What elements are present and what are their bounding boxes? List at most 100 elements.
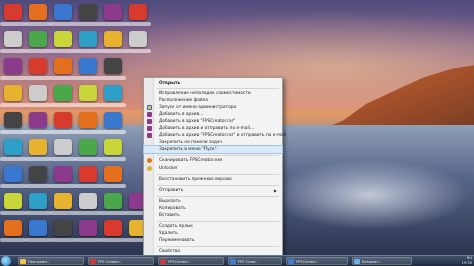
desktop-shortcut-icon[interactable] — [104, 193, 122, 209]
taskbar-button[interactable]: FPSCreator... — [158, 257, 224, 265]
menu-item-rename[interactable]: Переименовать — [144, 237, 282, 244]
menu-item-copy[interactable]: Копировать — [144, 205, 282, 212]
desktop-shortcut-icon[interactable] — [104, 85, 122, 101]
desktop-shortcut-label — [100, 130, 126, 134]
desktop-shortcut-icon[interactable] — [29, 31, 47, 47]
menu-item-create-shortcut[interactable]: Создать ярлык — [144, 223, 282, 230]
wallpaper-foam — [270, 160, 470, 230]
desktop-shortcut-label — [75, 22, 101, 26]
desktop-shortcut-icon[interactable] — [29, 220, 47, 236]
menu-item-paste[interactable]: Вставить — [144, 212, 282, 219]
desktop-shortcut-icon[interactable] — [104, 31, 122, 47]
desktop-shortcut-icon[interactable] — [4, 112, 22, 128]
taskbar-button[interactable]: Программ... — [18, 257, 84, 265]
desktop-shortcut-icon[interactable] — [54, 85, 72, 101]
menu-item-unlocker[interactable]: Unlocker — [144, 165, 282, 172]
menu-item-label: Добавить в архив "FPSCreator.rar" — [159, 119, 236, 124]
menu-item-label: Добавить в архив... — [159, 112, 204, 117]
menu-item-label: Восстановить прежнюю версию — [159, 177, 232, 182]
desktop-shortcut-icon[interactable] — [29, 58, 47, 74]
taskbar-button[interactable]: FPS Creator... — [88, 257, 154, 265]
menu-item-add-to-archive[interactable]: Добавить в архив... — [144, 111, 282, 118]
desktop-shortcut-icon[interactable] — [29, 166, 47, 182]
clock[interactable]: 19:35 — [462, 261, 472, 266]
shield-icon — [147, 105, 152, 110]
desktop-shortcut-label — [125, 22, 151, 26]
desktop-shortcut-icon[interactable] — [29, 139, 47, 155]
desktop-shortcut-icon[interactable] — [4, 85, 22, 101]
desktop-shortcut-icon[interactable] — [4, 193, 22, 209]
desktop-shortcut-icon[interactable] — [54, 112, 72, 128]
desktop-shortcut-icon[interactable] — [54, 31, 72, 47]
menu-item-scan[interactable]: Сканировать FPSCreator.exe — [144, 157, 282, 164]
desktop-shortcut-icon[interactable] — [79, 112, 97, 128]
desktop-shortcut-icon[interactable] — [79, 4, 97, 20]
desktop-shortcut-icon[interactable] — [79, 139, 97, 155]
desktop-shortcut-icon[interactable] — [29, 193, 47, 209]
desktop-shortcut-icon[interactable] — [79, 31, 97, 47]
desktop-shortcut-icon[interactable] — [79, 193, 97, 209]
menu-item-pin-start[interactable]: Закрепить в меню "Пуск" — [143, 145, 283, 154]
taskbar-button[interactable]: FPSCreator... — [286, 257, 348, 265]
start-button[interactable] — [1, 256, 11, 266]
menu-item-open[interactable]: Открыть — [144, 80, 282, 87]
menu-item-label: Переименовать — [159, 238, 195, 243]
desktop-shortcut-icon[interactable] — [29, 4, 47, 20]
desktop-shortcut-icon[interactable] — [4, 58, 22, 74]
desktop-shortcut-icon[interactable] — [104, 166, 122, 182]
desktop-shortcut-icon[interactable] — [79, 166, 97, 182]
desktop-shortcut-icon[interactable] — [54, 166, 72, 182]
desktop-shortcut-label — [0, 103, 26, 107]
desktop-shortcut-label — [50, 157, 76, 161]
desktop-shortcut-icon[interactable] — [79, 58, 97, 74]
desktop-shortcut-icon[interactable] — [4, 220, 22, 236]
desktop-shortcut-icon[interactable] — [54, 58, 72, 74]
desktop-shortcut-icon[interactable] — [4, 4, 22, 20]
desktop-shortcut-icon[interactable] — [129, 4, 147, 20]
desktop-shortcut-icon[interactable] — [4, 166, 22, 182]
desktop-shortcut-icon[interactable] — [79, 220, 97, 236]
taskbar-button-label: Программ... — [28, 260, 51, 264]
paint-icon — [354, 259, 360, 264]
desktop-shortcut-icon[interactable] — [104, 220, 122, 236]
desktop-shortcut-icon[interactable] — [29, 112, 47, 128]
desktop-shortcut-icon[interactable] — [54, 4, 72, 20]
desktop-shortcut-icon[interactable] — [79, 85, 97, 101]
menu-item-archive-email[interactable]: Добавить в архив и отправить по e-mail..… — [144, 125, 282, 132]
taskbar-button[interactable]: Безымян... — [352, 257, 412, 265]
menu-item-send-to[interactable]: Отправить ▶ — [144, 187, 282, 194]
menu-item-cut[interactable]: Вырезать — [144, 198, 282, 205]
menu-item-properties[interactable]: Свойства — [144, 248, 282, 255]
menu-item-label: Закрепить на панели задач — [159, 140, 223, 145]
app-icon — [230, 259, 236, 264]
desktop-shortcut-icon[interactable] — [54, 220, 72, 236]
antivirus-icon — [147, 158, 152, 163]
desktop-shortcut-icon[interactable] — [104, 112, 122, 128]
menu-item-pin-taskbar[interactable]: Закрепить на панели задач — [144, 139, 282, 146]
desktop-shortcut-icon[interactable] — [129, 31, 147, 47]
menu-item-rar-email[interactable]: Добавить в архив "FPSCreator.rar" и отпр… — [144, 132, 286, 139]
app-icon — [160, 259, 166, 264]
menu-item-add-to-rar[interactable]: Добавить в архив "FPSCreator.rar" — [144, 118, 282, 125]
desktop-shortcut-icon[interactable] — [104, 58, 122, 74]
system-tray[interactable]: RU 19:35 — [462, 256, 472, 266]
app-icon — [288, 259, 294, 264]
desktop-shortcut-label — [75, 130, 101, 134]
menu-item-troubleshoot[interactable]: Исправление неполадок совместимости — [144, 90, 282, 97]
desktop-shortcut-icon[interactable] — [4, 139, 22, 155]
desktop-shortcut-label — [25, 211, 51, 215]
desktop-shortcut-icon[interactable] — [104, 4, 122, 20]
menu-item-file-location[interactable]: Расположение файла — [144, 97, 282, 104]
desktop-shortcut-icon[interactable] — [4, 31, 22, 47]
desktop-shortcut-icon[interactable] — [54, 193, 72, 209]
menu-item-delete[interactable]: Удалить — [144, 230, 282, 237]
desktop-shortcut-icon[interactable] — [104, 139, 122, 155]
desktop-shortcut-label — [25, 76, 51, 80]
desktop-shortcut-label — [75, 184, 101, 188]
taskbar-button[interactable]: FPS Creat... — [228, 257, 282, 265]
menu-item-restore-previous[interactable]: Восстановить прежнюю версию — [144, 176, 282, 183]
menu-item-run-as-admin[interactable]: Запуск от имени администратора — [144, 104, 282, 111]
desktop-shortcut-icon[interactable] — [29, 85, 47, 101]
menu-item-label: Добавить в архив и отправить по e-mail..… — [159, 126, 254, 131]
desktop-shortcut-icon[interactable] — [54, 139, 72, 155]
